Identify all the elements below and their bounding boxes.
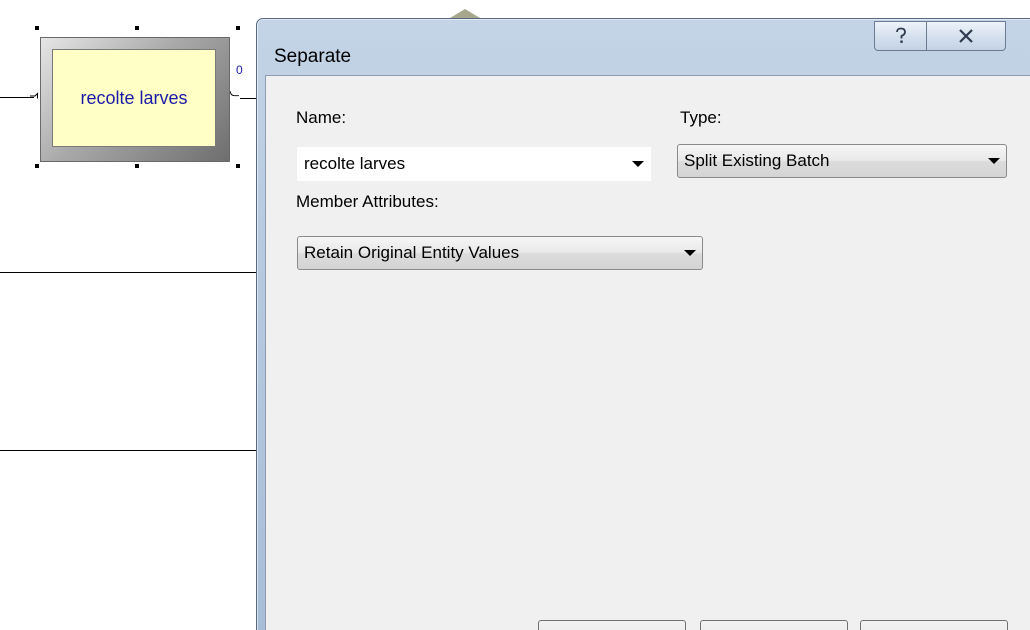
- chevron-down-icon[interactable]: [678, 237, 702, 269]
- selection-handle[interactable]: [35, 164, 39, 168]
- entry-point-icon: [30, 92, 39, 99]
- dialog-titlebar[interactable]: Separate: [257, 19, 1030, 75]
- module-label: recolte larves: [80, 87, 188, 108]
- question-icon: [895, 27, 906, 43]
- connection-line[interactable]: [0, 450, 258, 451]
- caption-close-button[interactable]: [926, 21, 1006, 51]
- separate-module-shape[interactable]: recolte larves: [40, 37, 230, 162]
- member-attributes-dropdown[interactable]: Retain Original Entity Values: [297, 236, 703, 270]
- incoming-connection-line[interactable]: [0, 97, 34, 98]
- selection-handle[interactable]: [236, 26, 240, 30]
- type-label: Type:: [680, 108, 722, 127]
- selection-handle[interactable]: [35, 26, 39, 30]
- selection-handle[interactable]: [135, 164, 139, 168]
- dialog-title: Separate: [274, 46, 352, 67]
- module-face: recolte larves: [52, 49, 216, 147]
- name-value: recolte larves: [304, 154, 406, 173]
- type-value: Split Existing Batch: [684, 151, 830, 170]
- ok-button[interactable]: OK: [538, 620, 686, 630]
- member-attributes-value: Retain Original Entity Values: [304, 243, 520, 262]
- type-dropdown[interactable]: Split Existing Batch: [677, 144, 1007, 178]
- exit-point-icon: [229, 91, 239, 97]
- arena-workspace: recolte larves 0 Separate Name: recolte …: [0, 0, 1030, 630]
- selection-handle[interactable]: [135, 26, 139, 30]
- dialog-client-area: Name: recolte larves Type: Split Existin…: [265, 75, 1030, 630]
- caption-help-button[interactable]: [874, 21, 927, 51]
- close-icon: [959, 29, 973, 43]
- help-button[interactable]: Help: [860, 620, 1008, 630]
- name-combobox[interactable]: recolte larves: [297, 147, 651, 181]
- selection-handle[interactable]: [236, 164, 240, 168]
- separate-dialog: Separate Name: recolte larves Type: Spli…: [256, 18, 1030, 630]
- member-attributes-label: Member Attributes:: [296, 192, 439, 211]
- cancel-button[interactable]: Cancel: [700, 620, 848, 630]
- chevron-down-icon[interactable]: [982, 145, 1006, 177]
- name-label: Name:: [296, 108, 347, 127]
- module-counter: 0: [236, 63, 243, 77]
- chevron-down-icon[interactable]: [626, 148, 650, 180]
- connection-line[interactable]: [0, 272, 258, 273]
